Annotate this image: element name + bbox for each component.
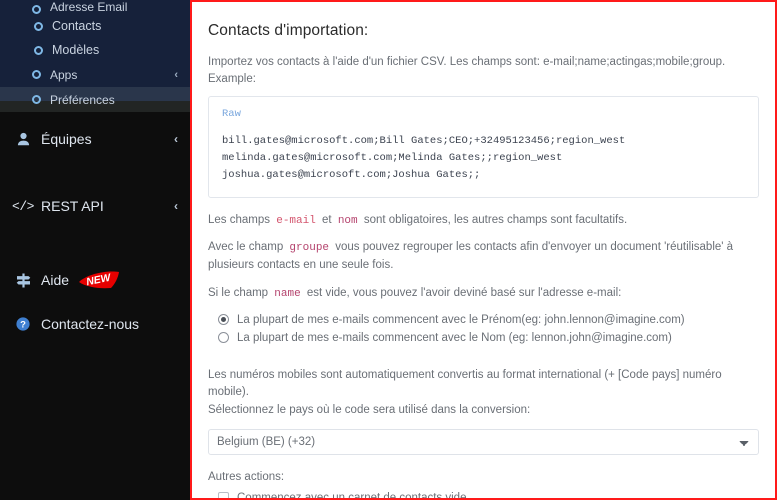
code-icon: </>	[12, 198, 34, 214]
field-nom-code: nom	[337, 215, 358, 228]
required-fields-note: Les champs e-mail et nom sont obligatoir…	[208, 212, 759, 230]
sidebar-item-label: Équipes	[41, 131, 92, 147]
name-note-part1: Si le champ	[208, 286, 269, 299]
ring-icon	[34, 45, 43, 55]
required-note-part1: Les champs	[208, 214, 271, 227]
radio-option-label: La plupart de mes e-mails commencent ave…	[237, 331, 672, 344]
radio-option-prenom[interactable]: La plupart de mes e-mails commencent ave…	[208, 314, 759, 326]
signpost-icon	[14, 272, 32, 288]
ring-icon	[32, 5, 41, 14]
sidebar-item-label: REST API	[41, 198, 104, 214]
required-note-part2: et	[322, 214, 332, 227]
user-icon	[14, 131, 32, 147]
name-field-note: Si le champ name est vide, vous pouvez l…	[208, 285, 759, 303]
intro-text: Importez vos contacts à l'aide d'un fich…	[208, 56, 726, 85]
sidebar: Adresse Email Contacts Modèles Apps ‹ Pr…	[0, 0, 190, 500]
sidebar-item-label: Apps	[50, 67, 78, 82]
sidebar-item-apps[interactable]: Apps ‹	[0, 62, 190, 87]
country-code-select[interactable]: Belgium (BE) (+32)	[208, 428, 759, 455]
name-note-part2: est vide, vous pouvez l'avoir deviné bas…	[306, 286, 622, 299]
new-badge: NEW	[77, 269, 121, 291]
field-name-code: name	[274, 287, 301, 300]
sidebar-item-label: Contactez-nous	[41, 316, 140, 332]
mobile-note-line1: Les numéros mobiles sont automatiquement…	[208, 368, 722, 398]
radio-option-nom[interactable]: La plupart de mes e-mails commencent ave…	[208, 332, 759, 344]
chevron-left-icon: ‹	[174, 68, 178, 81]
sidebar-item-modeles[interactable]: Modèles	[0, 38, 190, 62]
svg-text:?: ?	[20, 320, 26, 331]
sidebar-item-label: Adresse Email	[50, 0, 128, 14]
checkbox-label: Commencez avec un carnet de contacts vid…	[237, 491, 470, 498]
checkbox-start-empty[interactable]: Commencez avec un carnet de contacts vid…	[208, 492, 759, 498]
radio-option-label: La plupart de mes e-mails commencent ave…	[237, 313, 685, 326]
sidebar-item-label: Aide	[41, 272, 70, 288]
sidebar-item-preferences[interactable]: Préférences	[0, 87, 190, 112]
csv-example-lines: bill.gates@microsoft.com;Bill Gates;CEO;…	[222, 135, 626, 182]
other-actions-label: Autres actions:	[208, 470, 285, 483]
csv-example-codeblock: Raw bill.gates@microsoft.com;Bill Gates;…	[208, 96, 759, 199]
sidebar-item-equipes[interactable]: Équipes ‹	[0, 121, 190, 157]
sidebar-item-contactez-nous[interactable]: ? Contactez-nous	[0, 306, 190, 342]
field-groupe-code: groupe	[289, 242, 330, 255]
import-contacts-panel: Contacts d'importation: Importez vos con…	[190, 0, 777, 500]
app-root: Adresse Email Contacts Modèles Apps ‹ Pr…	[0, 0, 777, 500]
group-field-note: Avec le champ groupe vous pouvez regroup…	[208, 239, 759, 274]
page-title: Contacts d'importation:	[208, 22, 369, 39]
panel-scroll-area: Contacts d'importation: Importez vos con…	[192, 2, 775, 498]
mobile-note-line2: Sélectionnez le pays où le code sera uti…	[208, 404, 531, 417]
chevron-left-icon: ‹	[174, 132, 178, 146]
checkbox-icon[interactable]	[218, 492, 229, 498]
sidebar-item-adresse-email[interactable]: Adresse Email	[0, 0, 190, 14]
ring-icon	[32, 95, 41, 104]
question-circle-icon: ?	[14, 316, 32, 332]
sidebar-item-label: Modèles	[52, 43, 100, 57]
field-email-code: e-mail	[276, 215, 316, 228]
radio-icon-selected[interactable]	[218, 314, 229, 326]
group-note-part1: Avec le champ	[208, 241, 284, 254]
ring-icon	[34, 21, 43, 31]
raw-label: Raw	[222, 108, 241, 121]
sidebar-item-label: Préférences	[50, 92, 115, 107]
sidebar-item-rest-api[interactable]: </> REST API ‹	[0, 188, 190, 224]
sidebar-item-label: Contacts	[52, 19, 102, 33]
sidebar-item-contacts[interactable]: Contacts	[0, 14, 190, 38]
ring-icon	[32, 70, 41, 79]
required-note-part3: sont obligatoires, les autres champs son…	[363, 214, 628, 227]
chevron-left-icon: ‹	[174, 199, 178, 213]
sidebar-item-aide[interactable]: Aide NEW	[0, 262, 190, 298]
radio-icon-unselected[interactable]	[218, 332, 229, 344]
